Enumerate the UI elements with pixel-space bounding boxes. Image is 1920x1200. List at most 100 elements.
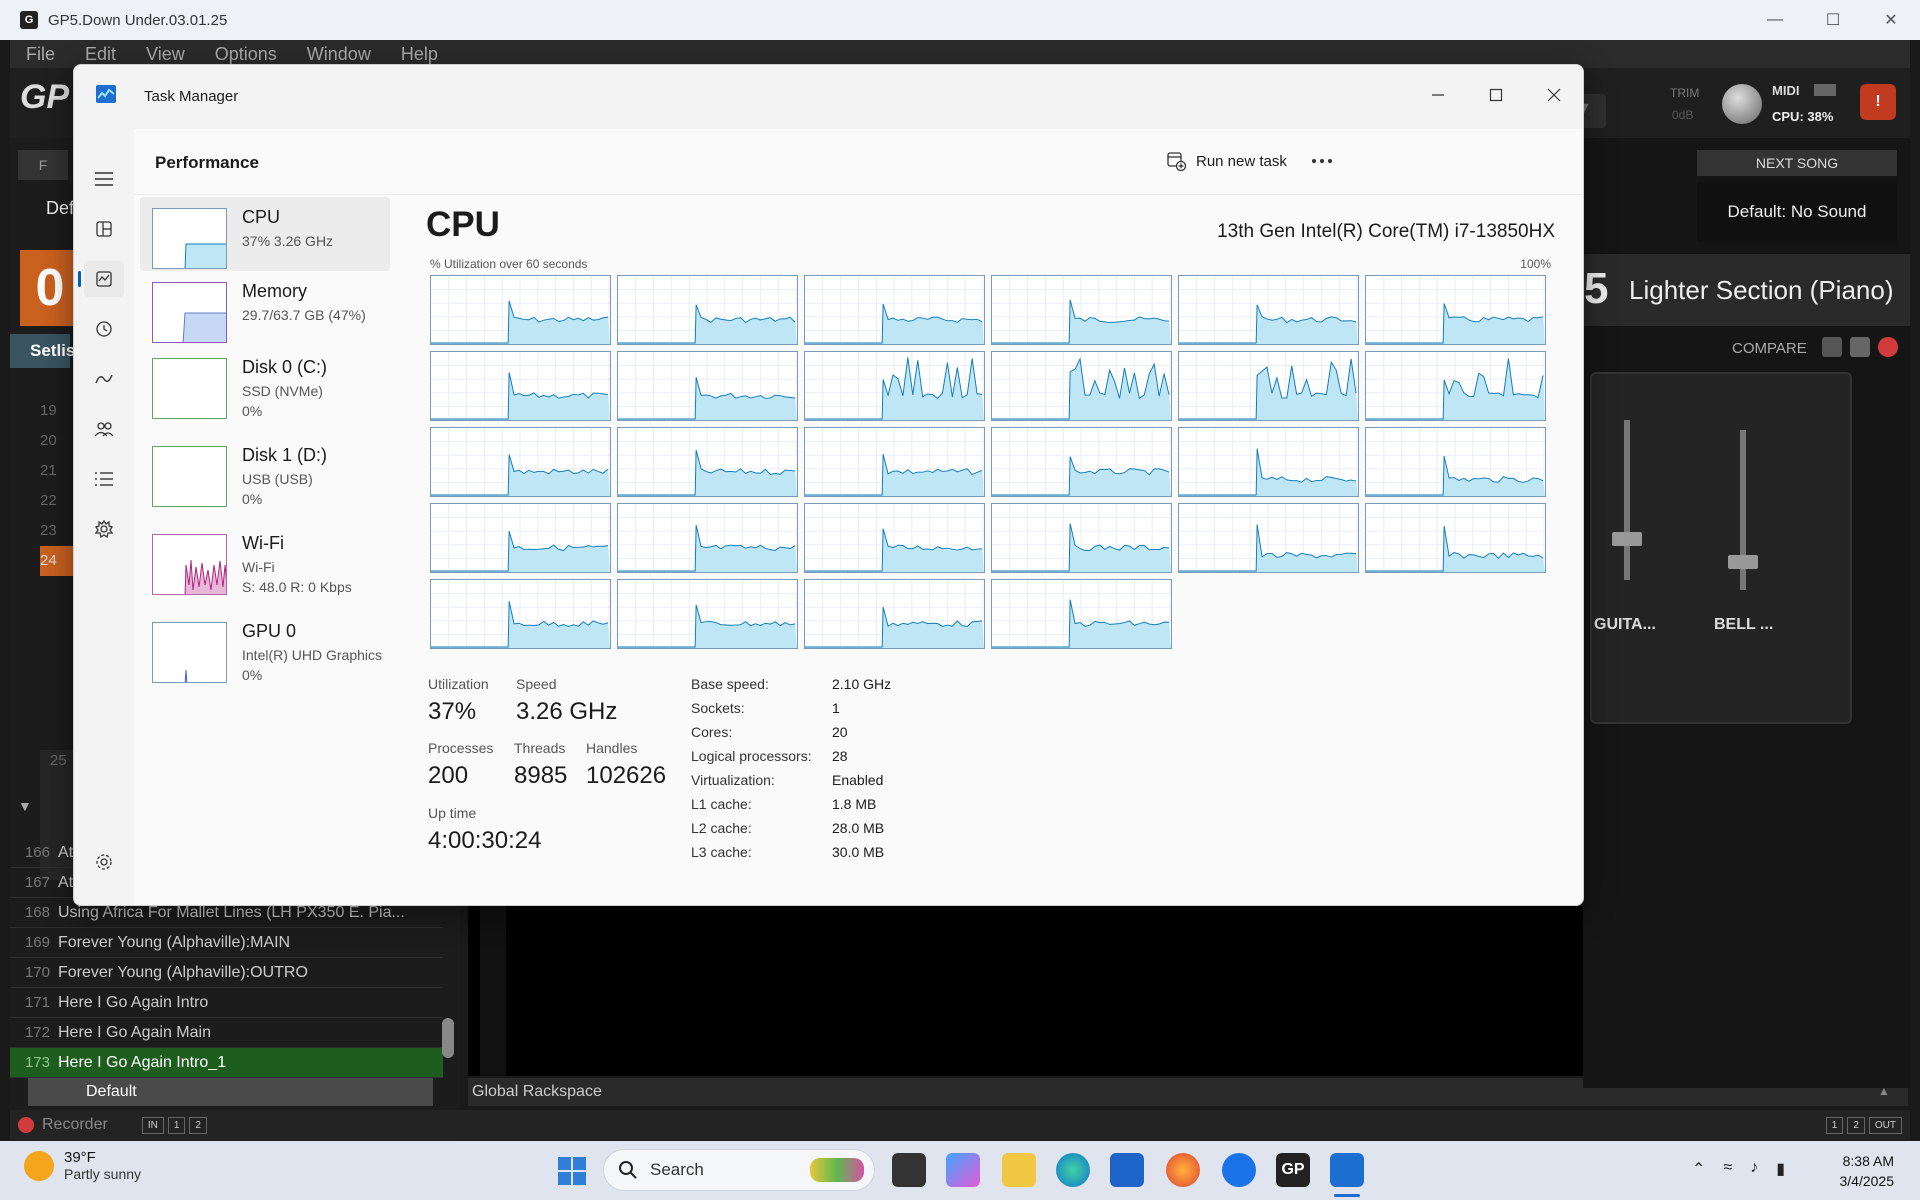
setlist-row[interactable]: 172 Here I Go Again Main xyxy=(10,1018,443,1048)
setlist-scrollbar[interactable] xyxy=(442,1018,454,1058)
menu-help[interactable]: Help xyxy=(401,44,438,65)
menu-options[interactable]: Options xyxy=(215,44,277,65)
hamburger-menu-button[interactable] xyxy=(84,161,124,197)
default-variation-button[interactable]: Default xyxy=(28,1078,433,1106)
microsoft-store-icon[interactable] xyxy=(1110,1153,1144,1187)
windows-start-icon[interactable] xyxy=(556,1155,588,1187)
logical-processor-graph xyxy=(617,427,798,497)
performance-icon xyxy=(96,271,112,287)
nav-performance[interactable] xyxy=(78,261,124,297)
edge-browser-icon[interactable] xyxy=(1056,1153,1090,1187)
volume-icon[interactable]: ♪ xyxy=(1750,1159,1758,1179)
compare-label[interactable]: COMPARE xyxy=(1732,340,1807,357)
gig-performer-taskbar-icon[interactable]: GP xyxy=(1276,1153,1310,1187)
recorder-in-button[interactable]: IN xyxy=(141,1116,164,1134)
resource-disk-0[interactable]: Disk 0 (C:) SSD (NVMe) 0% xyxy=(140,347,390,421)
graph-max-label: 100% xyxy=(1520,257,1551,271)
processor-utilization-line xyxy=(992,504,1171,572)
wifi-icon[interactable]: ≈ xyxy=(1723,1159,1732,1179)
resource-wifi[interactable]: Wi-Fi Wi-Fi S: 48.0 R: 0 Kbps xyxy=(140,523,390,597)
weather-temperature: 39°F xyxy=(64,1149,96,1166)
recorder-2-button[interactable]: 2 xyxy=(189,1116,207,1134)
tm-main: Performance Run new task CPU 37% 3.26 GH… xyxy=(134,129,1583,905)
firefox-icon[interactable] xyxy=(1166,1153,1200,1187)
host-maximize-button[interactable]: ☐ xyxy=(1804,0,1862,40)
disk1-thumbnail xyxy=(152,446,227,507)
fader-guitar-handle[interactable] xyxy=(1612,532,1642,546)
setlist-row-selected[interactable]: 173 Here I Go Again Intro_1 xyxy=(10,1048,443,1078)
nav-app-history[interactable] xyxy=(84,311,124,347)
nav-settings[interactable] xyxy=(84,844,124,880)
file-explorer-icon[interactable] xyxy=(1002,1153,1036,1187)
setlist-row[interactable]: 171 Here I Go Again Intro xyxy=(10,988,443,1018)
resource-memory[interactable]: Memory 29.7/63.7 GB (47%) xyxy=(140,271,390,345)
processor-utilization-line xyxy=(618,428,797,496)
processes-icon xyxy=(96,221,112,237)
tm-maximize-button[interactable] xyxy=(1476,79,1516,111)
left-tab-partial[interactable]: F xyxy=(18,150,68,180)
master-volume-knob[interactable] xyxy=(1722,84,1762,124)
battery-icon[interactable]: ▮ xyxy=(1776,1159,1785,1179)
thunderbird-icon[interactable] xyxy=(1222,1153,1256,1187)
menu-view[interactable]: View xyxy=(146,44,185,65)
processor-utilization-line xyxy=(618,580,797,648)
task-manager-taskbar-icon[interactable] xyxy=(1330,1153,1364,1187)
uptime-value: 4:00:30:24 xyxy=(428,827,542,854)
setlist-tab[interactable]: Setlis xyxy=(10,334,75,368)
triangle-down-icon[interactable]: ▼ xyxy=(18,798,32,814)
record-dot-icon[interactable] xyxy=(18,1117,34,1133)
tm-minimize-button[interactable] xyxy=(1418,79,1458,111)
menu-edit[interactable]: Edit xyxy=(85,44,116,65)
spec-value: 1 xyxy=(832,700,840,716)
menu-window[interactable]: Window xyxy=(307,44,371,65)
spec-value: 2.10 GHz xyxy=(832,676,892,692)
processor-utilization-line xyxy=(805,428,984,496)
task-view-icon[interactable] xyxy=(892,1153,926,1187)
clock-date: 3/4/2025 xyxy=(1839,1173,1895,1189)
trash-icon[interactable] xyxy=(1822,337,1842,357)
search-placeholder: Search xyxy=(650,1160,704,1179)
output-1-button[interactable]: 1 xyxy=(1825,1116,1844,1134)
host-minimize-button[interactable]: — xyxy=(1746,0,1804,40)
output-out-button[interactable]: OUT xyxy=(1868,1116,1902,1134)
setlist-row[interactable]: 170 Forever Young (Alphaville):OUTRO xyxy=(10,958,443,988)
nav-users[interactable] xyxy=(84,411,124,447)
processor-utilization-line xyxy=(618,504,797,572)
fader-guitar-label: GUITA... xyxy=(1594,616,1656,633)
graph-label: % Utilization over 60 seconds xyxy=(430,257,588,271)
processor-utilization-line xyxy=(805,276,984,344)
fader-bell-handle[interactable] xyxy=(1728,555,1758,569)
nav-details[interactable] xyxy=(84,461,124,497)
resource-disk-1[interactable]: Disk 1 (D:) USB (USB) 0% xyxy=(140,435,390,509)
setlist-row[interactable]: 169 Forever Young (Alphaville):MAIN xyxy=(10,928,443,958)
output-2-button[interactable]: 2 xyxy=(1847,1116,1865,1134)
processor-utilization-line xyxy=(992,580,1171,648)
processor-utilization-line xyxy=(431,504,610,572)
recorder-1-button[interactable]: 1 xyxy=(167,1116,186,1134)
nav-processes[interactable] xyxy=(84,211,124,247)
copilot-icon[interactable] xyxy=(946,1153,980,1187)
weather-widget[interactable]: 39°F Partly sunny xyxy=(24,1149,141,1182)
logical-processor-graph xyxy=(804,427,985,497)
cpu-thumbnail xyxy=(152,208,227,269)
host-titlebar: G GP5.Down Under.03.01.25 — ☐ ✕ xyxy=(0,0,1920,40)
resource-gpu-0[interactable]: GPU 0 Intel(R) UHD Graphics 0% xyxy=(140,611,390,685)
alert-icon[interactable]: ! xyxy=(1860,84,1896,120)
run-new-task-button[interactable]: Run new task xyxy=(1158,143,1295,179)
taskbar-search-box[interactable]: Search xyxy=(603,1149,875,1191)
spec-key: Logical processors: xyxy=(691,748,812,764)
more-options-button[interactable] xyxy=(1304,143,1340,179)
nav-services[interactable] xyxy=(84,511,124,547)
chevron-up-icon[interactable]: ⌃ xyxy=(1692,1159,1705,1179)
logical-processor-graph xyxy=(1178,503,1359,573)
nav-startup-apps[interactable] xyxy=(84,361,124,397)
record-icon[interactable] xyxy=(1878,337,1898,357)
menu-file[interactable]: File xyxy=(26,44,55,65)
taskbar-clock[interactable]: 8:38 AM 3/4/2025 xyxy=(1840,1151,1895,1191)
save-icon[interactable] xyxy=(1850,337,1870,357)
processor-utilization-line xyxy=(618,276,797,344)
tm-close-button[interactable] xyxy=(1534,79,1574,111)
resource-cpu[interactable]: CPU 37% 3.26 GHz xyxy=(140,197,390,271)
host-close-button[interactable]: ✕ xyxy=(1862,0,1920,40)
rackspace-partial-label: Def xyxy=(46,198,75,218)
